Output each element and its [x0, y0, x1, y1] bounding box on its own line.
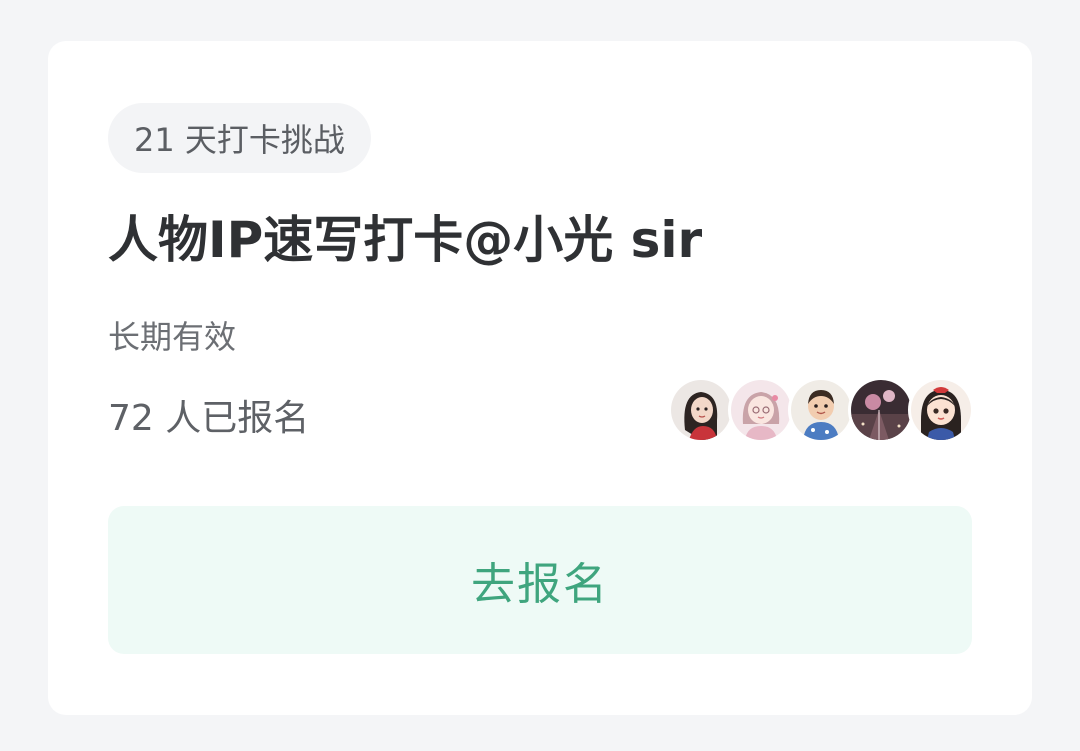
- challenge-tag-label: 21 天打卡挑战: [134, 121, 345, 159]
- challenge-tag: 21 天打卡挑战: [108, 103, 371, 173]
- avatar-child-icon: [791, 380, 851, 440]
- avatar: [908, 377, 974, 443]
- signup-count: 72 人已报名: [108, 398, 310, 439]
- validity-text: 长期有效: [108, 318, 237, 356]
- signup-button-label: 去报名: [471, 559, 609, 610]
- avatar-cartoon-girl-icon: [911, 380, 971, 440]
- challenge-title: 人物IP速写打卡@小光 sir: [108, 211, 703, 269]
- avatar: [668, 377, 734, 443]
- avatar-woman-icon: [671, 380, 731, 440]
- avatar: [728, 377, 794, 443]
- avatar-night-scene-icon: [851, 380, 911, 440]
- avatar-pink-girl-icon: [731, 380, 791, 440]
- avatar: [848, 377, 914, 443]
- signup-button[interactable]: 去报名: [108, 506, 972, 654]
- participant-avatars[interactable]: [668, 377, 974, 443]
- challenge-card: 21 天打卡挑战 人物IP速写打卡@小光 sir 长期有效 72 人已报名 去报…: [48, 41, 1032, 715]
- avatar: [788, 377, 854, 443]
